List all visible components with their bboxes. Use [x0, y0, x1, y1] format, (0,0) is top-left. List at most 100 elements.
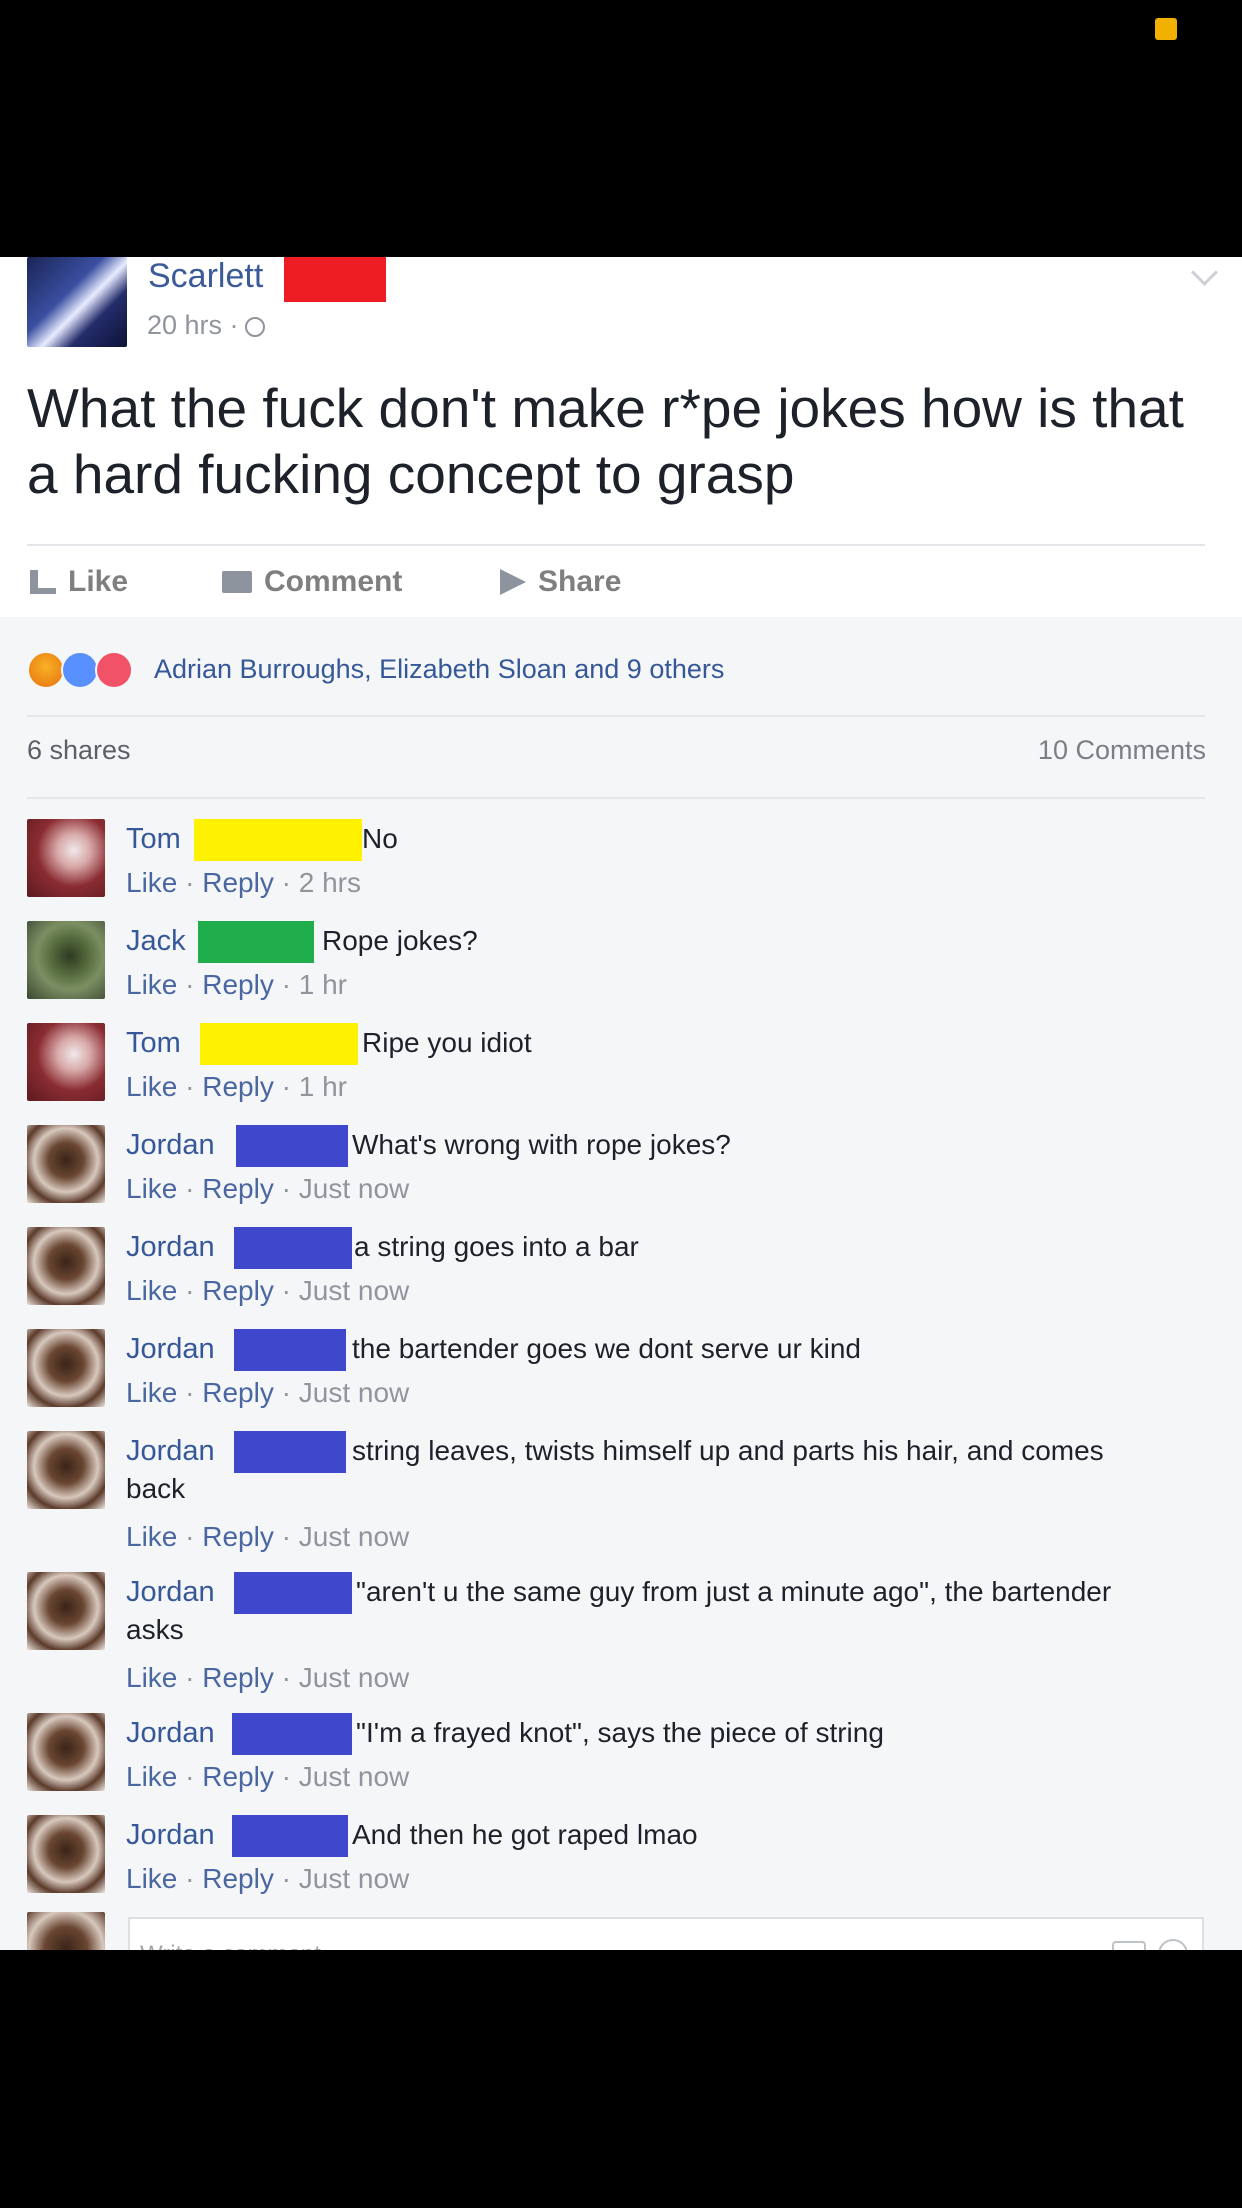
comment-text: What's wrong with rope jokes?: [352, 1129, 731, 1160]
comment-like-link[interactable]: Like: [126, 867, 177, 898]
like-button[interactable]: Like: [30, 565, 128, 599]
shares-count[interactable]: 6 shares: [27, 735, 131, 766]
globe-icon: [244, 316, 265, 337]
meta-separator: ·: [273, 1071, 299, 1102]
comment-time[interactable]: Just now: [299, 1173, 410, 1204]
comment-meta: Like · Reply · 2 hrs: [126, 867, 361, 899]
commenter-avatar[interactable]: [27, 921, 105, 999]
comment-text-continued: back: [126, 1473, 186, 1504]
comment-reply-link[interactable]: Reply: [202, 1863, 274, 1894]
comment-reply-link[interactable]: Reply: [202, 867, 274, 898]
love-reaction-icon: [95, 651, 133, 689]
comment-reply-link[interactable]: Reply: [202, 1275, 274, 1306]
meta-separator: ·: [177, 867, 203, 898]
comment-like-link[interactable]: Like: [126, 1662, 177, 1693]
redaction-bar: [234, 1329, 346, 1371]
commenter-name[interactable]: Jordan: [126, 1333, 215, 1366]
commenter-avatar[interactable]: [27, 1815, 105, 1893]
comment-time[interactable]: Just now: [299, 1377, 410, 1408]
post-actions: Like Comment Share: [0, 557, 1242, 617]
comment-reply-link[interactable]: Reply: [202, 1521, 274, 1552]
author-avatar[interactable]: [27, 257, 127, 347]
write-comment-input[interactable]: Write a comment...: [128, 1917, 1204, 1950]
comment-reply-link[interactable]: Reply: [202, 1662, 274, 1693]
comment-meta: Like · Reply · 1 hr: [126, 1071, 347, 1103]
meta-separator: ·: [177, 1863, 203, 1894]
comment-meta: Like · Reply · Just now: [126, 1275, 409, 1307]
meta-separator: ·: [177, 1761, 203, 1792]
comment-reply-link[interactable]: Reply: [202, 1377, 274, 1408]
redaction-bar: [200, 1023, 358, 1065]
commenter-name[interactable]: Tom: [126, 823, 181, 856]
commenter-name[interactable]: Jack: [126, 925, 186, 958]
commenter-name[interactable]: Jordan: [126, 1819, 215, 1852]
comment-meta: Like · Reply · Just now: [126, 1521, 409, 1553]
share-button[interactable]: Share: [500, 565, 621, 599]
commenter-name[interactable]: Jordan: [126, 1231, 215, 1264]
commenter-avatar[interactable]: [27, 819, 105, 897]
comment-like-link[interactable]: Like: [126, 1863, 177, 1894]
commenter-name[interactable]: Tom: [126, 1027, 181, 1060]
comment-time[interactable]: Just now: [299, 1761, 410, 1792]
post-time[interactable]: 20 hrs ·: [147, 310, 239, 340]
comment-like-link[interactable]: Like: [126, 1071, 177, 1102]
redaction-bar: [194, 819, 362, 861]
comment-like-link[interactable]: Like: [126, 1275, 177, 1306]
comment-like-link[interactable]: Like: [126, 1761, 177, 1792]
comment-text-continued: asks: [126, 1614, 184, 1645]
thumbs-up-icon: [30, 570, 56, 594]
comment-meta: Like · Reply · Just now: [126, 1377, 409, 1409]
reactions-text[interactable]: Adrian Burroughs, Elizabeth Sloan and 9 …: [154, 654, 724, 685]
comment-time[interactable]: Just now: [299, 1275, 410, 1306]
redaction-bar: [234, 1431, 346, 1473]
reactions-bar[interactable]: Adrian Burroughs, Elizabeth Sloan and 9 …: [0, 637, 1242, 707]
comment-like-link[interactable]: Like: [126, 1377, 177, 1408]
emoji-icon[interactable]: [1158, 1939, 1188, 1950]
comment-time[interactable]: 1 hr: [299, 1071, 347, 1102]
comment-reply-link[interactable]: Reply: [202, 1173, 274, 1204]
comment-like-link[interactable]: Like: [126, 1521, 177, 1552]
comment-reply-link[interactable]: Reply: [202, 1761, 274, 1792]
share-label: Share: [538, 565, 622, 598]
commenter-avatar[interactable]: [27, 1572, 105, 1650]
chevron-down-icon[interactable]: [1191, 259, 1218, 286]
commenter-name[interactable]: Jordan: [126, 1435, 215, 1468]
author-name[interactable]: Scarlett: [148, 257, 263, 296]
commenter-name[interactable]: Jordan: [126, 1717, 215, 1750]
meta-separator: ·: [177, 1377, 203, 1408]
commenter-avatar[interactable]: [27, 1125, 105, 1203]
comment-reply-link[interactable]: Reply: [202, 1071, 274, 1102]
comment-button[interactable]: Comment: [222, 565, 402, 599]
commenter-avatar[interactable]: [27, 1713, 105, 1791]
meta-separator: ·: [273, 1761, 299, 1792]
commenter-name[interactable]: Jordan: [126, 1129, 215, 1162]
comment-time[interactable]: Just now: [299, 1662, 410, 1693]
commenter-avatar[interactable]: [27, 1329, 105, 1407]
meta-separator: ·: [273, 1521, 299, 1552]
redaction-bar: [234, 1572, 352, 1614]
redaction-bar: [232, 1713, 352, 1755]
comment-like-link[interactable]: Like: [126, 969, 177, 1000]
like-label: Like: [68, 565, 129, 598]
comment-like-link[interactable]: Like: [126, 1173, 177, 1204]
commenter-avatar[interactable]: [27, 1023, 105, 1101]
meta-separator: ·: [273, 969, 299, 1000]
comment-meta: Like · Reply · 1 hr: [126, 969, 347, 1001]
meta-separator: ·: [273, 1173, 299, 1204]
commenter-avatar[interactable]: [27, 1227, 105, 1305]
comments-count[interactable]: 10 Comments: [1038, 735, 1206, 766]
commenter-avatar[interactable]: [27, 1431, 105, 1509]
meta-separator: ·: [273, 1275, 299, 1306]
comment-reply-link[interactable]: Reply: [202, 969, 274, 1000]
comment-time[interactable]: 2 hrs: [299, 867, 361, 898]
comment-meta: Like · Reply · Just now: [126, 1761, 409, 1793]
camera-icon[interactable]: [1112, 1941, 1146, 1950]
comment-time[interactable]: Just now: [299, 1521, 410, 1552]
post-card: Scarlett 20 hrs · What the fuck don't ma…: [0, 257, 1242, 617]
reaction-icons: [27, 651, 142, 691]
meta-separator: ·: [273, 1377, 299, 1408]
comment-time[interactable]: Just now: [299, 1863, 410, 1894]
comment-time[interactable]: 1 hr: [299, 969, 347, 1000]
commenter-name[interactable]: Jordan: [126, 1576, 215, 1609]
post-meta: 20 hrs ·: [147, 310, 265, 341]
